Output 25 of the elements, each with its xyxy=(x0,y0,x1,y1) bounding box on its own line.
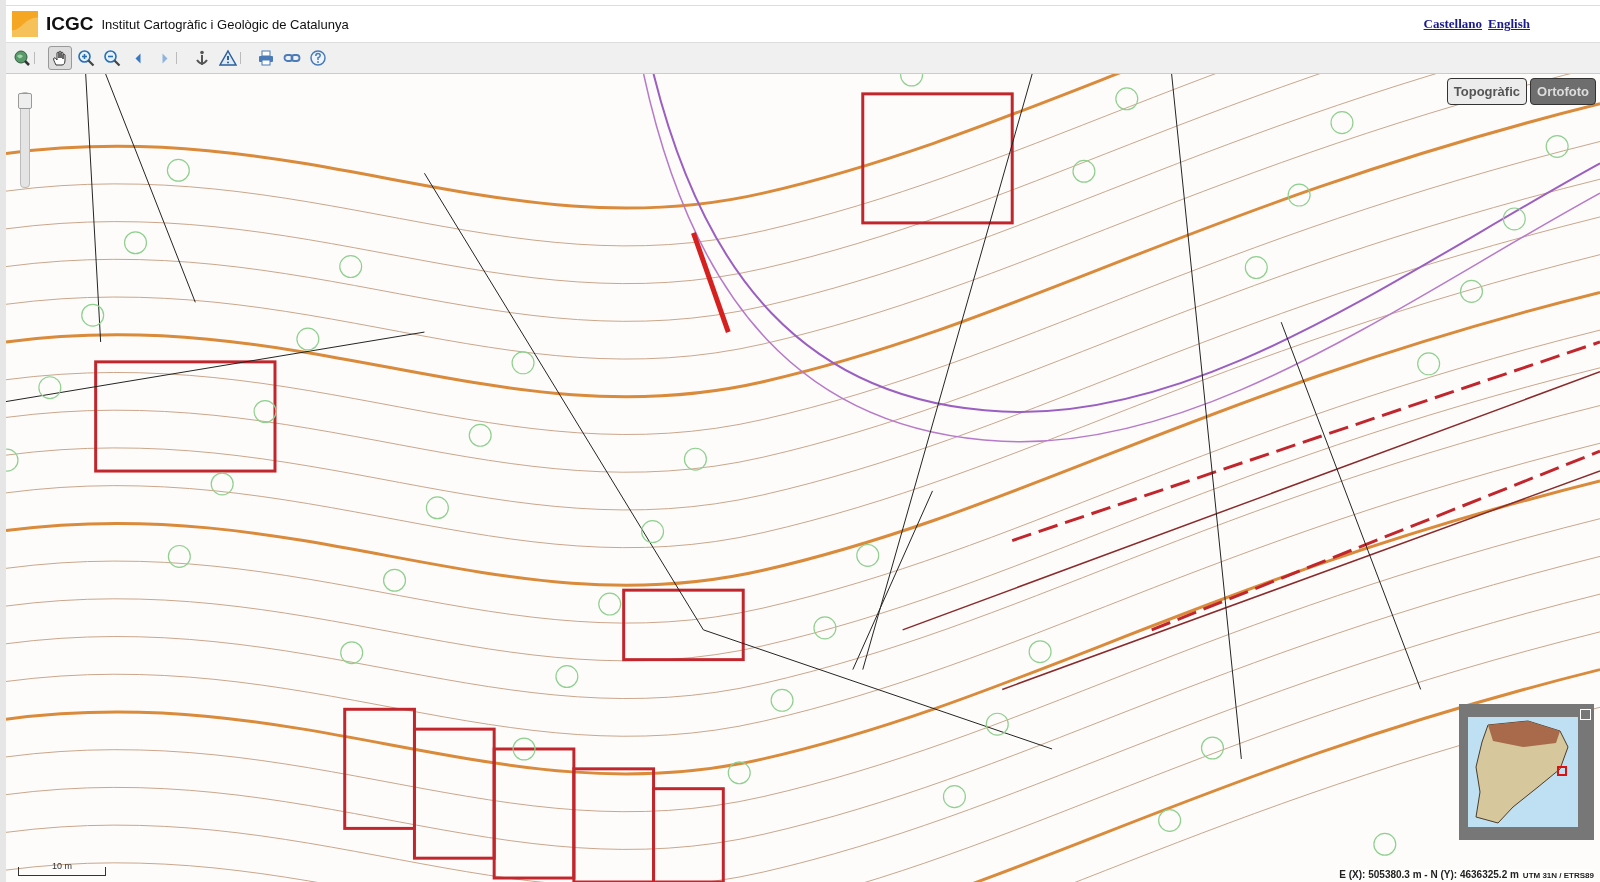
right-triangle-icon xyxy=(160,52,168,64)
help-icon xyxy=(309,49,327,67)
zoom-slider[interactable] xyxy=(20,92,30,188)
scale-label: 10 m xyxy=(52,861,72,873)
topographic-map-drawing[interactable] xyxy=(6,74,1600,882)
printer-icon xyxy=(257,49,275,67)
anchor-icon xyxy=(193,49,211,67)
site-title: Institut Cartogràfic i Geològic de Catalunya xyxy=(101,16,349,32)
basemap-button[interactable]: Ortofoto xyxy=(1530,78,1596,105)
language-link[interactable]: Castellano xyxy=(1423,16,1483,32)
left-triangle-icon xyxy=(134,52,142,64)
minimize-button[interactable] xyxy=(1580,709,1591,720)
logo-text: ICGC xyxy=(46,13,94,35)
warning-icon xyxy=(219,49,237,67)
pan-tool-button[interactable] xyxy=(48,46,72,70)
coordinates-text: E (X): 505380.3 m - N (Y): 4636325.2 m xyxy=(1339,869,1519,880)
zoom-slider-thumb[interactable] xyxy=(18,93,32,109)
zoom-in-icon xyxy=(77,49,95,67)
logo-icon xyxy=(12,11,38,37)
globe-magnifier-icon xyxy=(13,49,31,67)
zoom-out-icon xyxy=(103,49,121,67)
hand-icon xyxy=(51,49,69,67)
language-link[interactable]: English xyxy=(1488,16,1530,32)
projection-label: UTM 31N / ETRS89 xyxy=(1522,871,1594,880)
basemap-button[interactable]: Topogràfic xyxy=(1446,78,1527,105)
